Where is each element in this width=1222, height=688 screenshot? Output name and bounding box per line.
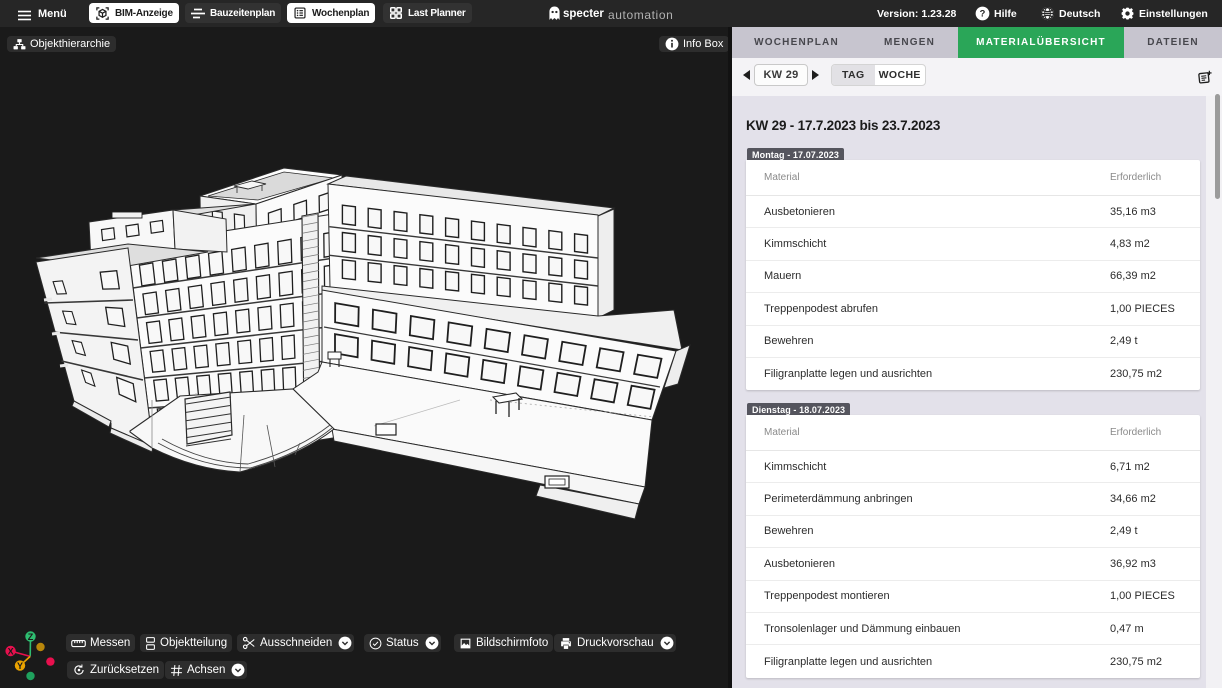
- svg-text:?: ?: [980, 9, 986, 19]
- svg-text:Y: Y: [17, 661, 23, 671]
- svg-text:X: X: [8, 647, 14, 657]
- svg-text:Z: Z: [28, 632, 34, 642]
